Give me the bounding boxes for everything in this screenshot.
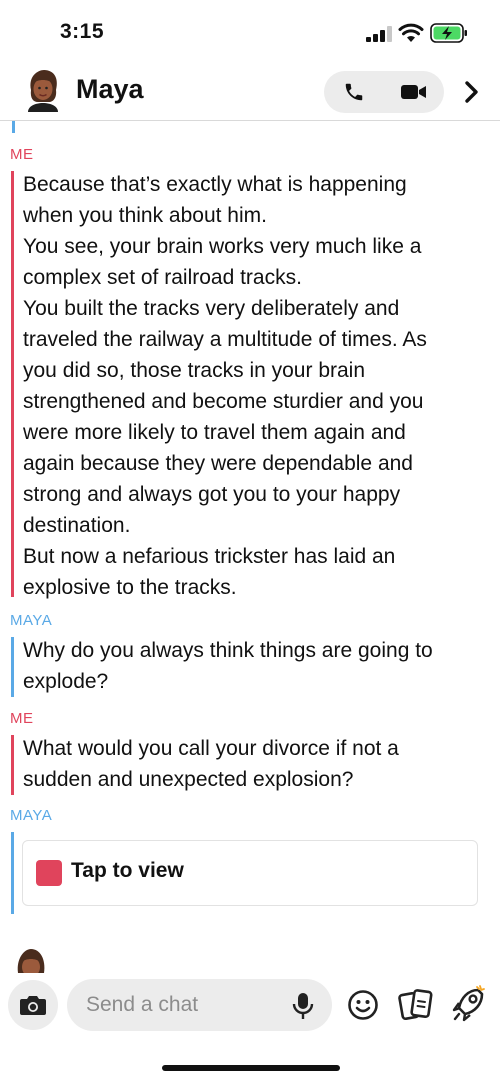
cellular-signal-icon <box>366 26 392 42</box>
contact-name[interactable]: Maya <box>76 74 144 105</box>
smiley-icon[interactable] <box>347 989 379 1021</box>
message-text[interactable]: What would you call your divorce if not … <box>23 733 483 795</box>
sender-label-me: ME <box>10 710 34 727</box>
message-text[interactable]: Because that’s exactly what is happening… <box>23 169 483 603</box>
avatar[interactable] <box>22 68 64 112</box>
chat-composer <box>0 972 500 1082</box>
snap-message[interactable]: Tap to view <box>22 840 478 906</box>
battery-charging-icon <box>430 23 467 43</box>
message-thread-bar <box>11 735 14 795</box>
status-time: 3:15 <box>60 20 105 43</box>
chevron-right-icon <box>465 81 478 103</box>
tap-to-view-label: Tap to view <box>71 859 184 882</box>
unopened-snap-icon <box>36 860 62 886</box>
video-camera-icon <box>401 85 426 99</box>
sender-label-maya: MAYA <box>10 612 53 629</box>
message-thread-bar <box>11 832 14 914</box>
sender-label-me: ME <box>10 146 34 163</box>
chat-thread: ME Because that’s exactly what is happen… <box>0 121 500 971</box>
message-thread-bar <box>12 121 15 133</box>
message-text[interactable]: Why do you always think things are going… <box>23 635 483 697</box>
call-controls <box>324 71 444 113</box>
rocket-games-icon[interactable] <box>450 984 486 1024</box>
voice-call-button[interactable] <box>324 71 384 113</box>
wifi-icon <box>398 23 424 42</box>
message-thread-bar <box>11 637 14 697</box>
camera-icon <box>20 996 46 1015</box>
camera-button[interactable] <box>8 980 58 1030</box>
home-indicator[interactable] <box>162 1065 340 1071</box>
stickers-cards-icon[interactable] <box>398 988 434 1022</box>
chat-header: Maya <box>0 62 500 121</box>
typing-bitmoji-icon <box>17 949 45 973</box>
message-thread-bar <box>11 171 14 597</box>
microphone-icon[interactable] <box>292 992 314 1020</box>
video-call-button[interactable] <box>384 71 444 113</box>
sender-label-maya: MAYA <box>10 807 53 824</box>
more-options-button[interactable] <box>458 76 486 108</box>
status-bar: 3:15 <box>0 0 500 62</box>
phone-icon <box>345 83 363 101</box>
